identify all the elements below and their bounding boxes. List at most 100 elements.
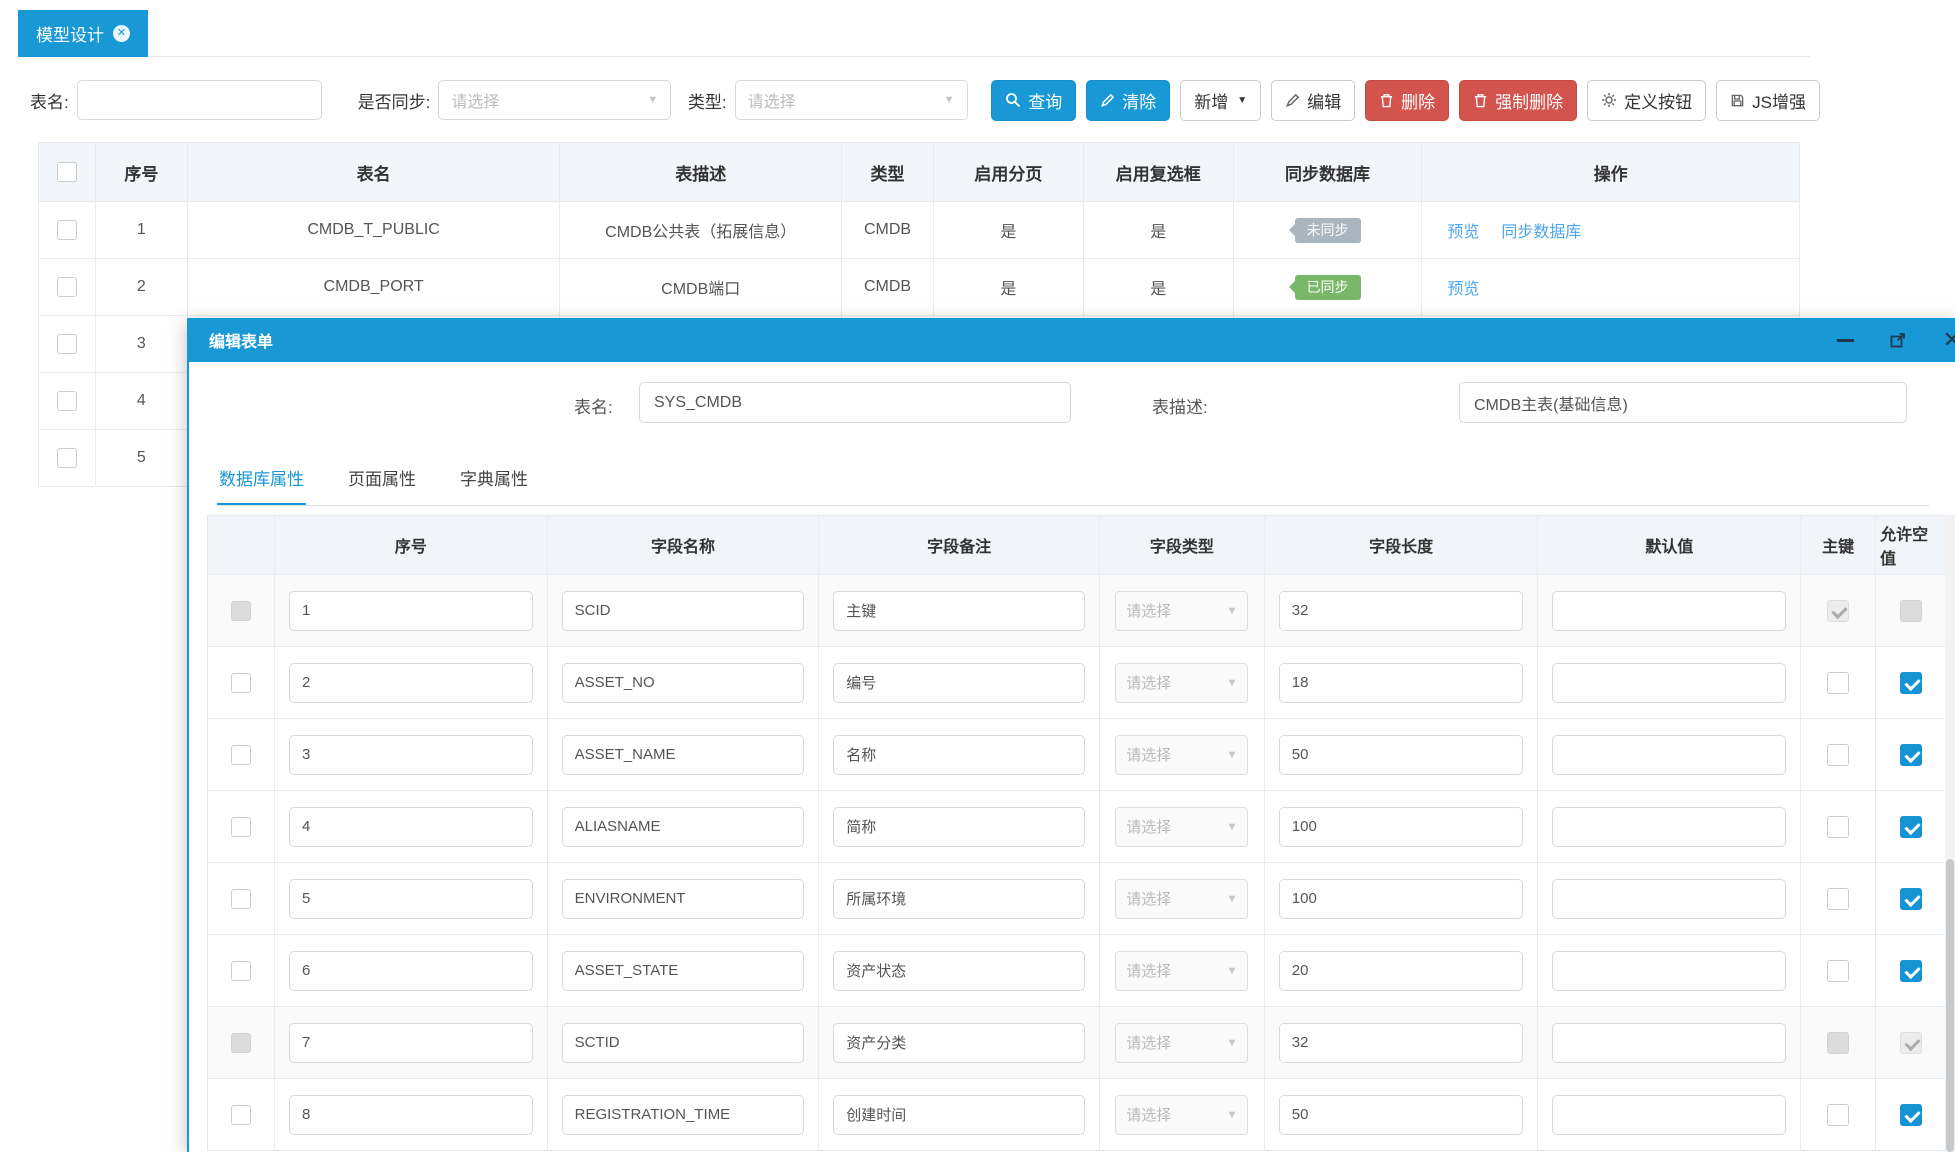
edit-button[interactable]: 编辑 — [1271, 80, 1355, 121]
field-no-input[interactable] — [289, 663, 533, 703]
tab-database-properties[interactable]: 数据库属性 — [217, 455, 306, 505]
field-note-input[interactable] — [833, 591, 1085, 631]
field-row-checkbox[interactable] — [231, 745, 251, 765]
default-value-input[interactable] — [1552, 735, 1786, 775]
nullable-checkbox[interactable] — [1900, 1104, 1922, 1126]
row-checkbox[interactable] — [57, 448, 77, 468]
field-type-select[interactable]: 请选择▼ — [1115, 951, 1248, 991]
primary-key-checkbox[interactable] — [1827, 1104, 1849, 1126]
field-name-input[interactable] — [562, 591, 805, 631]
maximize-icon[interactable] — [1883, 318, 1913, 362]
field-note-input[interactable] — [833, 879, 1085, 919]
field-row-checkbox[interactable] — [231, 1105, 251, 1125]
field-no-input[interactable] — [289, 1023, 533, 1063]
modal-titlebar[interactable]: 编辑表单 ✕ — [189, 318, 1955, 362]
select-all-checkbox[interactable] — [57, 162, 77, 182]
tab-model-design[interactable]: 模型设计 ✕ — [18, 10, 148, 57]
field-row-checkbox[interactable] — [231, 889, 251, 909]
default-value-input[interactable] — [1552, 1095, 1786, 1135]
field-name-input[interactable] — [562, 951, 805, 991]
field-length-input[interactable] — [1279, 807, 1524, 847]
table-name-filter-input[interactable] — [77, 80, 323, 120]
field-no-input[interactable] — [289, 951, 533, 991]
nullable-checkbox[interactable] — [1900, 672, 1922, 694]
primary-key-checkbox[interactable] — [1827, 672, 1849, 694]
minimize-icon[interactable] — [1830, 318, 1860, 362]
default-value-input[interactable] — [1552, 1023, 1786, 1063]
type-filter-select[interactable]: 请选择 ▼ — [735, 80, 968, 120]
define-button[interactable]: 定义按钮 — [1587, 80, 1706, 121]
field-type-select[interactable]: 请选择▼ — [1115, 1023, 1248, 1063]
delete-button[interactable]: 删除 — [1365, 80, 1449, 121]
field-type-select[interactable]: 请选择▼ — [1115, 735, 1248, 775]
preview-link[interactable]: 预览 — [1447, 218, 1479, 242]
default-value-input[interactable] — [1552, 807, 1786, 847]
field-length-input[interactable] — [1279, 663, 1524, 703]
field-type-select[interactable]: 请选择▼ — [1115, 663, 1248, 703]
row-checkbox[interactable] — [57, 277, 77, 297]
field-no-input[interactable] — [289, 591, 533, 631]
js-enhance-button[interactable]: JS增强 — [1716, 80, 1820, 121]
row-checkbox[interactable] — [57, 220, 77, 240]
primary-key-checkbox[interactable] — [1827, 816, 1849, 838]
add-button[interactable]: 新增 ▼ — [1180, 80, 1261, 121]
field-no-input[interactable] — [289, 1095, 533, 1135]
clear-button[interactable]: 清除 — [1086, 80, 1170, 121]
primary-key-checkbox[interactable] — [1827, 744, 1849, 766]
default-value-input[interactable] — [1552, 951, 1786, 991]
field-length-input[interactable] — [1279, 1095, 1524, 1135]
modal-table-desc-input[interactable] — [1459, 382, 1907, 423]
modal-table-name-input[interactable] — [639, 382, 1071, 423]
default-value-input[interactable] — [1552, 879, 1786, 919]
field-name-input[interactable] — [562, 1023, 805, 1063]
field-no-input[interactable] — [289, 735, 533, 775]
sync-filter-select[interactable]: 请选择 ▼ — [438, 80, 671, 120]
field-note-input[interactable] — [833, 1023, 1085, 1063]
field-note-input[interactable] — [833, 735, 1085, 775]
field-type-select[interactable]: 请选择▼ — [1115, 1095, 1248, 1135]
field-type-select[interactable]: 请选择▼ — [1115, 879, 1248, 919]
field-name-input[interactable] — [562, 663, 805, 703]
field-length-input[interactable] — [1279, 1023, 1524, 1063]
field-row-checkbox[interactable] — [231, 961, 251, 981]
field-note-input[interactable] — [833, 663, 1085, 703]
default-value-input[interactable] — [1552, 591, 1786, 631]
nullable-checkbox[interactable] — [1900, 744, 1922, 766]
field-no-input[interactable] — [289, 807, 533, 847]
field-length-input[interactable] — [1279, 591, 1524, 631]
row-checkbox[interactable] — [57, 334, 77, 354]
field-length-input[interactable] — [1279, 951, 1524, 991]
field-name-input[interactable] — [562, 1095, 805, 1135]
scrollbar-thumb[interactable] — [1946, 859, 1954, 1152]
actions-cell: 预览 — [1422, 259, 1799, 315]
row-checkbox[interactable] — [57, 391, 77, 411]
field-row-checkbox[interactable] — [231, 673, 251, 693]
tab-close-icon[interactable]: ✕ — [113, 25, 130, 42]
preview-link[interactable]: 预览 — [1447, 275, 1479, 299]
primary-key-checkbox[interactable] — [1827, 888, 1849, 910]
field-row-checkbox[interactable] — [231, 817, 251, 837]
close-icon[interactable]: ✕ — [1937, 318, 1955, 362]
field-name-input[interactable] — [562, 735, 805, 775]
primary-key-checkbox[interactable] — [1827, 960, 1849, 982]
nullable-checkbox[interactable] — [1900, 888, 1922, 910]
tab-dictionary-properties[interactable]: 字典属性 — [458, 455, 530, 505]
field-note-input[interactable] — [833, 807, 1085, 847]
field-name-input[interactable] — [562, 879, 805, 919]
field-no-input[interactable] — [289, 879, 533, 919]
default-value-input[interactable] — [1552, 663, 1786, 703]
field-name-input[interactable] — [562, 807, 805, 847]
field-note-input[interactable] — [833, 1095, 1085, 1135]
force-delete-button[interactable]: 强制删除 — [1459, 80, 1577, 121]
sync-database-link[interactable]: 同步数据库 — [1501, 218, 1581, 242]
field-note-input[interactable] — [833, 951, 1085, 991]
field-type-select[interactable]: 请选择▼ — [1115, 591, 1248, 631]
vertical-scrollbar[interactable] — [1945, 515, 1955, 1152]
field-length-input[interactable] — [1279, 735, 1524, 775]
nullable-checkbox[interactable] — [1900, 960, 1922, 982]
field-type-select[interactable]: 请选择▼ — [1115, 807, 1248, 847]
field-length-input[interactable] — [1279, 879, 1524, 919]
nullable-checkbox[interactable] — [1900, 816, 1922, 838]
tab-page-properties[interactable]: 页面属性 — [346, 455, 418, 505]
search-button[interactable]: 查询 — [991, 80, 1076, 121]
